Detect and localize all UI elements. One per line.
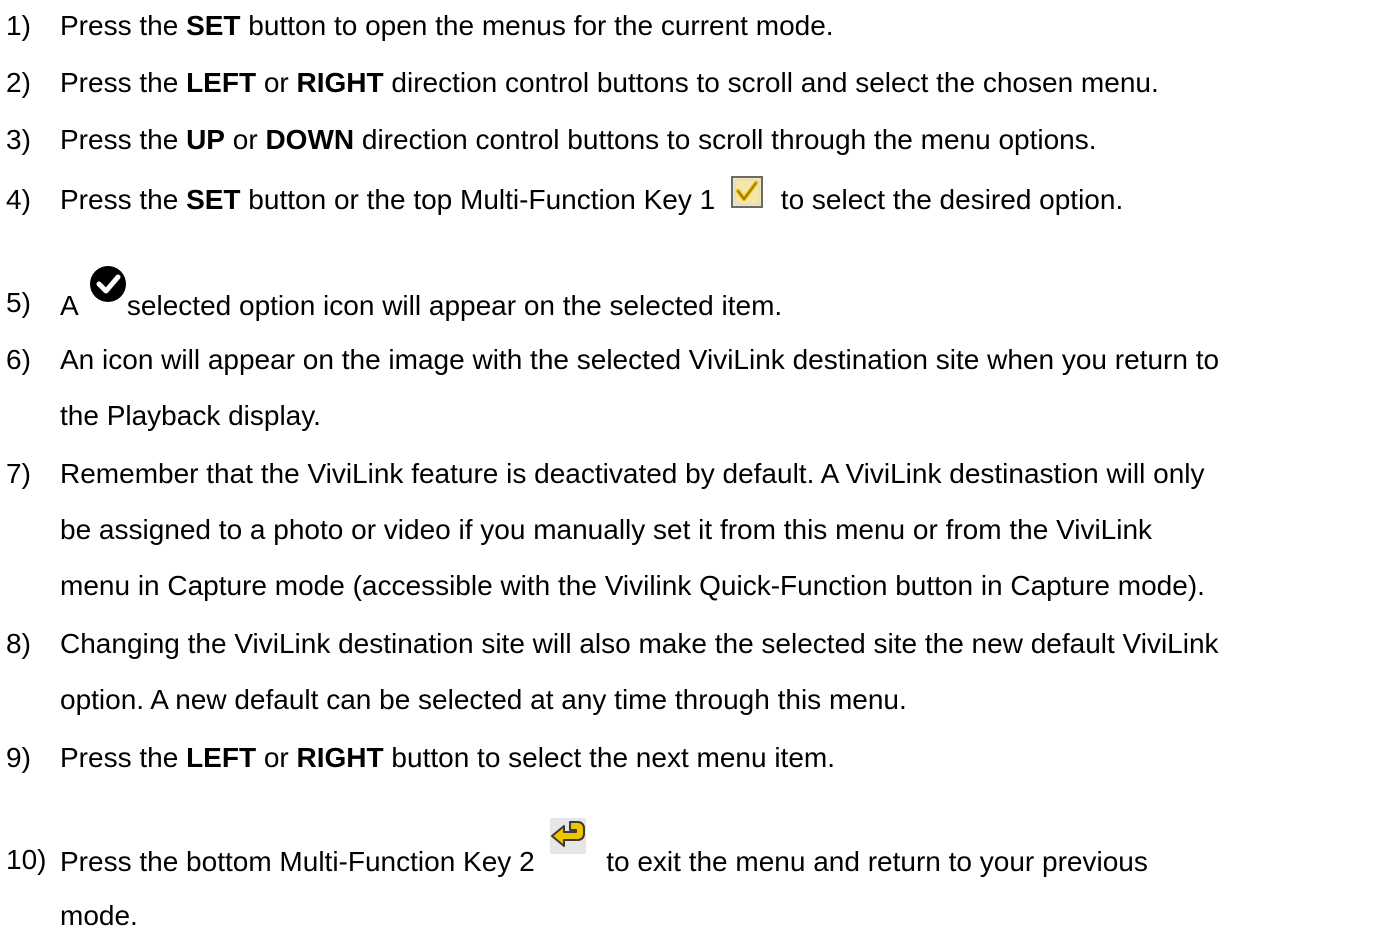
up-keyword: UP	[186, 124, 225, 155]
step-number: 3)	[6, 124, 31, 155]
step-number: 8)	[6, 628, 31, 659]
left-keyword: LEFT	[186, 742, 257, 773]
set-keyword: SET	[186, 10, 241, 41]
step-text: Press the bottom Multi-Function Key 2 to…	[60, 818, 1378, 936]
step-text: Press the UP or DOWN direction control b…	[60, 124, 1097, 155]
step-text: Remember that the ViviLink feature is de…	[60, 458, 1205, 601]
step-number: 1)	[6, 10, 31, 41]
step-text: A selected option icon will appear on th…	[60, 266, 1378, 332]
down-keyword: DOWN	[265, 124, 355, 155]
return-arrow-icon	[550, 818, 587, 865]
step-number: 10)	[6, 844, 47, 875]
step-text: Press the SET button to open the menus f…	[60, 10, 834, 41]
step-number: 9)	[6, 742, 31, 773]
step-number: 6)	[6, 344, 31, 375]
step-number: 5)	[6, 287, 31, 318]
step-text: Press the SET button or the top Multi-Fu…	[60, 176, 1378, 223]
set-keyword: SET	[186, 184, 241, 215]
selected-check-circle-icon	[89, 265, 127, 314]
step-number: 2)	[6, 67, 31, 98]
step-text: Press the LEFT or RIGHT button to select…	[60, 742, 836, 773]
step-text: An icon will appear on the image with th…	[60, 344, 1220, 431]
step-number: 7)	[6, 458, 31, 489]
step-text: Press the LEFT or RIGHT direction contro…	[60, 67, 1159, 98]
checkbox-checked-icon	[731, 176, 764, 219]
right-keyword: RIGHT	[296, 67, 384, 98]
left-keyword: LEFT	[186, 67, 257, 98]
instruction-list: 1) Press the SET button to open the menu…	[0, 0, 1382, 937]
step-text: Changing the ViviLink destination site w…	[60, 628, 1219, 715]
step-number: 4)	[6, 184, 31, 215]
right-keyword: RIGHT	[296, 742, 384, 773]
